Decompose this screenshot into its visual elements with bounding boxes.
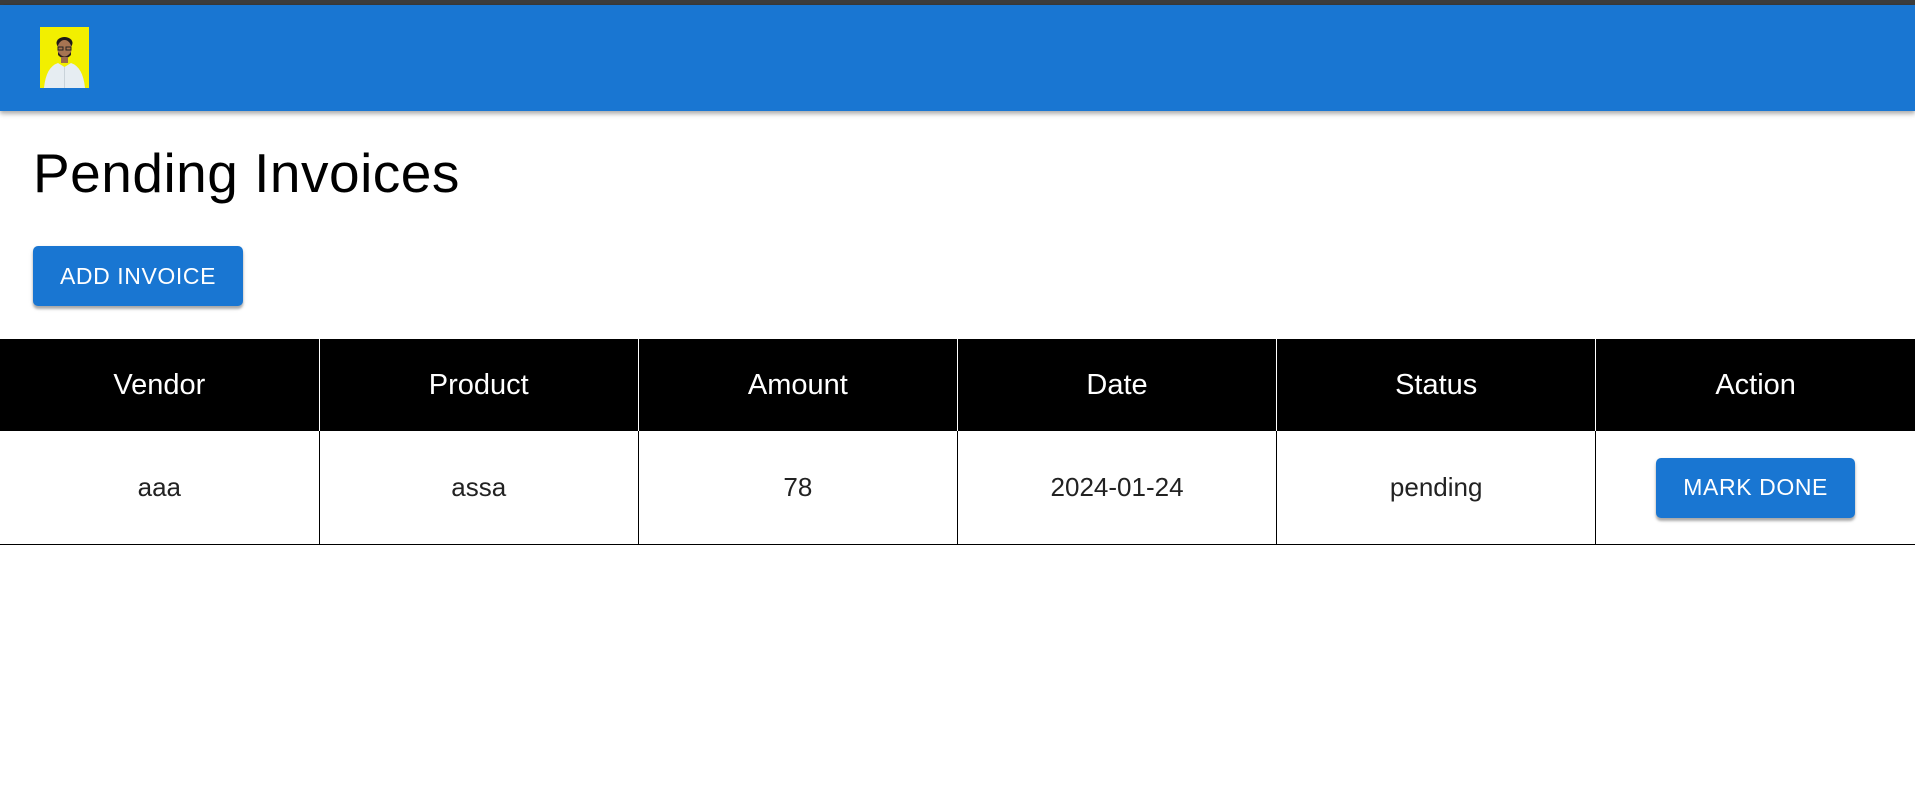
column-header-status: Status	[1276, 339, 1596, 431]
column-header-action: Action	[1595, 339, 1915, 431]
page-title: Pending Invoices	[33, 142, 460, 204]
invoices-table: Vendor Product Amount Date Status Action…	[0, 339, 1915, 545]
column-header-vendor: Vendor	[0, 339, 320, 431]
column-header-product: Product	[318, 339, 639, 431]
mark-done-button[interactable]: MARK DONE	[1656, 457, 1856, 518]
app-bar	[0, 5, 1915, 111]
add-invoice-button[interactable]: ADD INVOICE	[33, 246, 243, 306]
table-row: aaa assa 78 2024-01-24 pending MARK DONE	[0, 431, 1915, 545]
table-header-row: Vendor Product Amount Date Status Action	[0, 339, 1915, 431]
cell-product: assa	[318, 431, 639, 545]
avatar[interactable]	[40, 27, 89, 88]
cell-vendor: aaa	[0, 431, 320, 545]
column-header-date: Date	[956, 339, 1277, 431]
cell-status: pending	[1276, 431, 1596, 545]
cell-action: MARK DONE	[1595, 431, 1915, 545]
avatar-photo	[40, 27, 89, 88]
cell-amount: 78	[637, 431, 958, 545]
column-header-amount: Amount	[637, 339, 958, 431]
cell-date: 2024-01-24	[956, 431, 1277, 545]
